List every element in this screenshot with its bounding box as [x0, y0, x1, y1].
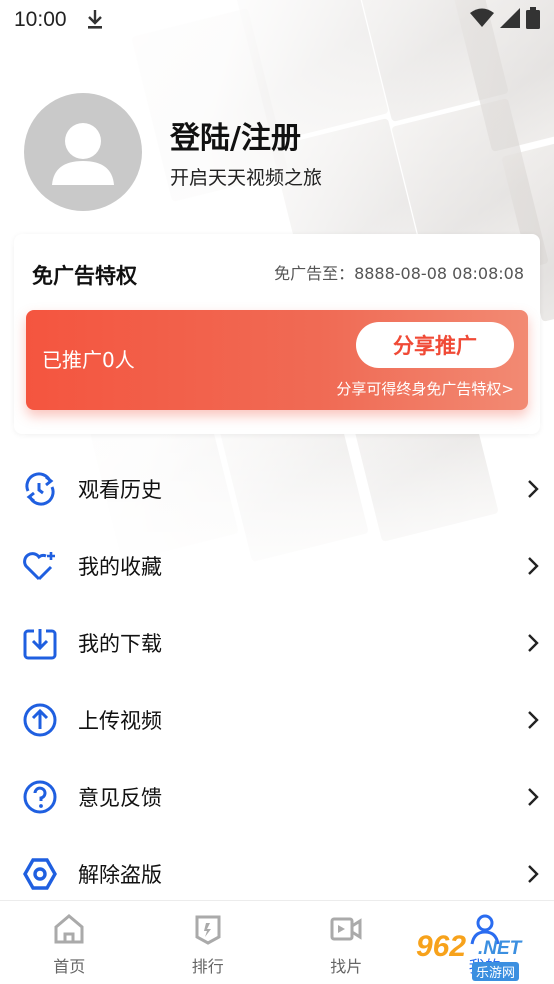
nav-home[interactable]: 首页 [0, 901, 139, 984]
chevron-right-icon [526, 787, 540, 807]
ad-free-title: 免广告特权 [32, 264, 137, 288]
share-promote-button[interactable]: 分享推广 [356, 322, 514, 368]
login-subtitle: 开启天天视频之旅 [170, 167, 323, 189]
login-register-title[interactable]: 登陆/注册 [170, 113, 301, 157]
ad-free-until: 免广告至：8888-08-08 08:08:08 [274, 264, 524, 283]
menu-item-label: 我的下载 [78, 631, 162, 656]
nav-find-movies[interactable]: 找片 [277, 901, 416, 984]
heart-plus-icon [22, 548, 58, 584]
battery-icon [526, 7, 540, 33]
avatar[interactable] [24, 93, 142, 211]
download-notification-icon [85, 9, 105, 31]
menu-item-label: 解除盗版 [78, 862, 162, 887]
menu-item-label: 观看历史 [78, 477, 162, 502]
menu-item-label: 我的收藏 [78, 554, 162, 579]
ad-free-card: 免广告特权 免广告至：8888-08-08 08:08:08 已推广0人 分享推… [14, 234, 540, 434]
menu-item-label: 上传视频 [78, 708, 162, 733]
status-time: 10:00 [14, 8, 67, 31]
nav-label: 排行 [191, 957, 224, 976]
home-icon [52, 913, 86, 945]
chevron-right-icon [526, 633, 540, 653]
chevron-right-icon [526, 556, 540, 576]
watermark-logo: 962 .NET 乐游网 [398, 928, 548, 984]
chevron-right-icon [526, 479, 540, 499]
menu-item-downloads[interactable]: 我的下载 [0, 604, 554, 681]
promotion-banner: 已推广0人 分享推广 分享可得终身免广告特权> [26, 310, 528, 410]
menu-item-label: 意见反馈 [78, 785, 162, 810]
nav-label: 首页 [53, 957, 86, 976]
watermark-net: .NET [478, 938, 522, 959]
menu-item-feedback[interactable]: 意见反馈 [0, 758, 554, 835]
wifi-icon [470, 8, 494, 32]
menu-item-history[interactable]: 观看历史 [0, 450, 554, 527]
status-bar: 10:00 [0, 0, 554, 40]
video-camera-icon [329, 913, 363, 945]
ranking-icon [191, 913, 225, 945]
nav-label: 找片 [330, 957, 363, 976]
chevron-right-icon [526, 864, 540, 884]
chevron-right-icon [526, 710, 540, 730]
share-note-link[interactable]: 分享可得终身免广告特权> [336, 378, 514, 399]
nav-ranking[interactable]: 排行 [139, 901, 278, 984]
question-icon [22, 779, 58, 815]
download-icon [22, 625, 58, 661]
promotion-count: 已推广0人 [42, 348, 135, 372]
menu-item-favorites[interactable]: 我的收藏 [0, 527, 554, 604]
upload-icon [22, 702, 58, 738]
signal-icon [500, 8, 520, 32]
menu-item-upload[interactable]: 上传视频 [0, 681, 554, 758]
history-icon [22, 471, 58, 507]
hexagon-icon [22, 856, 58, 892]
watermark-number: 962 [416, 930, 467, 963]
watermark-site: 乐游网 [472, 962, 520, 981]
menu-list: 观看历史 我的收藏 我的下载 上传视频 意见反馈 解除盗版 [0, 450, 554, 912]
